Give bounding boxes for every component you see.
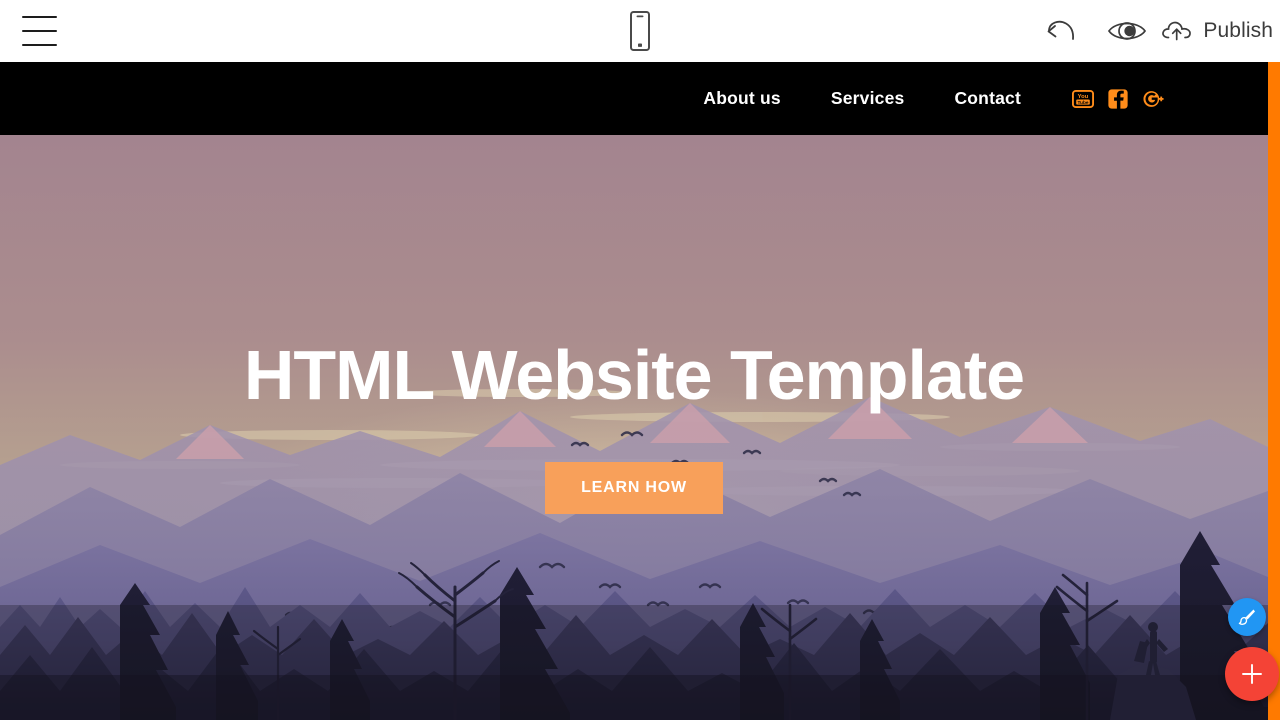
add-block-button[interactable] [1225,647,1279,701]
paintbrush-icon [1238,609,1255,625]
learn-how-button[interactable]: LEARN HOW [545,462,723,514]
eye-preview-icon [1108,22,1147,40]
publish-button[interactable]: Publish [1160,0,1280,62]
plus-icon [1242,664,1262,684]
page-scrollbar[interactable] [1268,62,1280,720]
undo-button[interactable] [1028,0,1094,62]
svg-text:Tube: Tube [1078,99,1089,105]
nav-link-contact[interactable]: Contact [929,88,1046,109]
nav-link-about-us[interactable]: About us [678,88,805,109]
preview-button[interactable] [1094,0,1160,62]
style-paintbrush-button[interactable] [1228,598,1266,636]
hero-content: HTML Website Template LEARN HOW [0,135,1268,720]
website-builder-window: HTML Website Template LEARN HOW About us… [0,0,1280,720]
youtube-icon[interactable]: You Tube [1072,88,1094,110]
hamburger-line [22,44,57,46]
hamburger-line [22,30,57,32]
nav-link-services[interactable]: Services [806,88,930,109]
svg-text:You: You [1078,94,1089,100]
undo-arrow-icon [1048,20,1075,40]
hamburger-line [22,16,57,18]
nav-social-icons: You Tube [1072,88,1164,110]
facebook-icon[interactable] [1107,88,1129,110]
builder-toolbar: Publish [0,0,1280,62]
site-navigation-bar: About us Services Contact You Tube [0,62,1268,135]
hero-section: HTML Website Template LEARN HOW [0,135,1268,720]
hero-title: HTML Website Template [243,336,1025,414]
mobile-preview-icon[interactable] [627,9,653,58]
google-plus-icon[interactable] [1142,88,1164,110]
nav-links: About us Services Contact [678,88,1046,109]
hamburger-menu-icon[interactable] [22,16,57,46]
toolbar-actions: Publish [1028,0,1280,62]
publish-label: Publish [1203,19,1273,42]
cloud-upload-icon [1162,21,1192,41]
